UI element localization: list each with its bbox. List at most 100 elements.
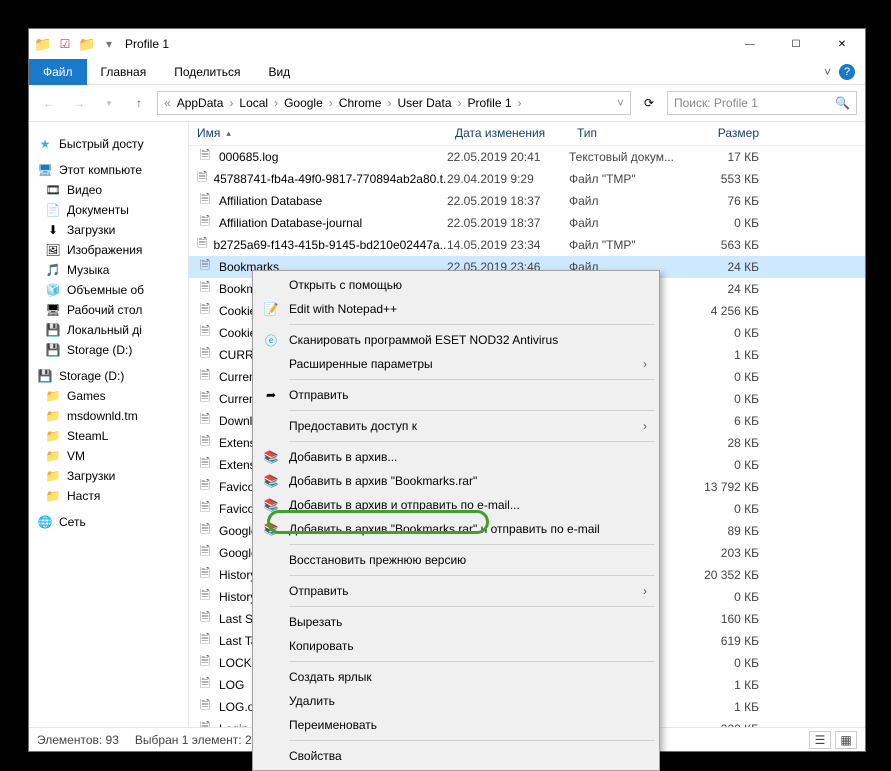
- col-date[interactable]: Дата изменения: [447, 126, 569, 140]
- ctx-create-shortcut[interactable]: Создать ярлык: [255, 665, 657, 689]
- sidebar-item[interactable]: 📁Загрузки: [29, 466, 188, 486]
- ctx-restore-previous[interactable]: Восстановить прежнюю версию: [255, 548, 657, 572]
- sidebar-label: Документы: [67, 203, 129, 217]
- close-button[interactable]: ✕: [819, 29, 865, 59]
- file-icon: 🗎: [197, 325, 213, 341]
- ctx-share-access[interactable]: Предоставить доступ к›: [255, 414, 657, 438]
- breadcrumb-dropdown-icon[interactable]: ˅: [615, 96, 626, 110]
- breadcrumb-seg[interactable]: Chrome: [335, 96, 386, 110]
- breadcrumb-seg[interactable]: Google: [280, 96, 327, 110]
- col-name[interactable]: Имя: [197, 126, 220, 140]
- nav-back-button[interactable]: ←: [37, 91, 61, 115]
- file-icon: 🗎: [197, 589, 213, 605]
- breadcrumb-seg[interactable]: User Data: [393, 96, 455, 110]
- ctx-edit-notepadpp[interactable]: 📝Edit with Notepad++: [255, 297, 657, 321]
- ctx-eset-scan[interactable]: ⓔСканировать программой ESET NOD32 Antiv…: [255, 328, 657, 352]
- sidebar-item[interactable]: 💾Локальный ді: [29, 320, 188, 340]
- search-icon: 🔍: [835, 96, 850, 110]
- file-row[interactable]: 🗎Affiliation Database-journal22.05.2019 …: [189, 212, 865, 234]
- sidebar-label: Объемные об: [67, 283, 144, 297]
- sidebar-group[interactable]: 🖥Этот компьюте: [29, 160, 188, 180]
- col-size[interactable]: Размер: [687, 126, 777, 140]
- sidebar-item[interactable]: 📁VM: [29, 446, 188, 466]
- nav-recent-button[interactable]: ▾: [97, 91, 121, 115]
- qat-dropdown-icon[interactable]: ▾: [101, 36, 117, 52]
- col-type[interactable]: Тип: [569, 126, 687, 140]
- ctx-send-1[interactable]: ➦Отправить: [255, 383, 657, 407]
- file-row[interactable]: 🗎45788741-fb4a-49f0-9817-770894ab2a80.t.…: [189, 168, 865, 190]
- star-icon: ★: [37, 136, 53, 152]
- file-size: 24 КБ: [687, 282, 777, 296]
- breadcrumb[interactable]: « AppData› Local› Google› Chrome› User D…: [157, 91, 631, 115]
- sidebar-item[interactable]: 📁Games: [29, 386, 188, 406]
- sidebar-item[interactable]: 📄 Документы: [29, 200, 188, 220]
- file-icon: 🗎: [197, 149, 213, 165]
- sidebar-item[interactable]: 💾Storage (D:): [29, 340, 188, 360]
- file-icon: 🗎: [197, 413, 213, 429]
- sidebar-item[interactable]: 🎵Музыка: [29, 260, 188, 280]
- sidebar-item[interactable]: 🎞Видео: [29, 180, 188, 200]
- sidebar-item[interactable]: 🖼Изображения: [29, 240, 188, 260]
- qat-newfolder-icon[interactable]: 📁: [79, 36, 95, 52]
- sidebar-item-icon: 📄: [45, 202, 61, 218]
- file-name: LOG: [219, 678, 244, 692]
- ribbon-tabs: Файл Главная Поделиться Вид ˅ ?: [29, 59, 865, 85]
- ctx-open-with[interactable]: Открыть с помощью: [255, 273, 657, 297]
- ctx-cut[interactable]: Вырезать: [255, 610, 657, 634]
- breadcrumb-seg[interactable]: Local: [235, 96, 272, 110]
- sidebar-label: Games: [67, 389, 106, 403]
- breadcrumb-seg[interactable]: Profile 1: [464, 96, 516, 110]
- tab-share[interactable]: Поделиться: [160, 59, 254, 85]
- file-type: Текстовый докум...: [569, 150, 687, 164]
- ctx-copy[interactable]: Копировать: [255, 634, 657, 658]
- sidebar-item[interactable]: 📁msdownld.tm: [29, 406, 188, 426]
- column-headers[interactable]: Имя▴ Дата изменения Тип Размер: [189, 122, 865, 146]
- ctx-rar-add[interactable]: 📚Добавить в архив...: [255, 445, 657, 469]
- ctx-rar-named-email[interactable]: 📚Добавить в архив "Bookmarks.rar" и отпр…: [255, 517, 657, 541]
- maximize-button[interactable]: ☐: [773, 29, 819, 59]
- ctx-properties[interactable]: Свойства: [255, 744, 657, 768]
- chevron-left-icon[interactable]: «: [162, 96, 173, 110]
- file-size: 4 256 КБ: [687, 304, 777, 318]
- file-type: Файл: [569, 216, 687, 230]
- file-size: 1 КБ: [687, 348, 777, 362]
- view-details-button[interactable]: ☰: [809, 731, 831, 749]
- winrar-icon: 📚: [261, 447, 281, 467]
- file-row[interactable]: 🗎Affiliation Database22.05.2019 18:37Фай…: [189, 190, 865, 212]
- ctx-delete[interactable]: Удалить: [255, 689, 657, 713]
- sidebar-group[interactable]: ★ Быстрый досту: [29, 134, 188, 154]
- file-row[interactable]: 🗎b2725a69-f143-415b-9145-bd210e02447a...…: [189, 234, 865, 256]
- ctx-eset-advanced[interactable]: Расширенные параметры›: [255, 352, 657, 376]
- search-input[interactable]: Поиск: Profile 1 🔍: [667, 91, 857, 115]
- ctx-rename[interactable]: Переименовать: [255, 713, 657, 737]
- help-icon[interactable]: ?: [839, 64, 855, 80]
- sidebar-item[interactable]: 🖥Рабочий стол: [29, 300, 188, 320]
- sidebar-label: Быстрый досту: [59, 137, 144, 151]
- tab-file[interactable]: Файл: [29, 59, 87, 85]
- ctx-rar-add-named[interactable]: 📚Добавить в архив "Bookmarks.rar": [255, 469, 657, 493]
- file-date: 29.04.2019 9:29: [447, 172, 569, 186]
- file-icon: 🗎: [197, 457, 213, 473]
- ctx-rar-email[interactable]: 📚Добавить в архив и отправить по e-mail.…: [255, 493, 657, 517]
- tab-view[interactable]: Вид: [254, 59, 304, 85]
- file-row[interactable]: 🗎000685.log22.05.2019 20:41Текстовый док…: [189, 146, 865, 168]
- qat-properties-icon[interactable]: ☑: [57, 36, 73, 52]
- sidebar-item[interactable]: 🧊Объемные об: [29, 280, 188, 300]
- minimize-button[interactable]: —: [727, 29, 773, 59]
- view-thumbnails-button[interactable]: ▦: [835, 731, 857, 749]
- breadcrumb-seg[interactable]: AppData: [173, 96, 228, 110]
- sidebar-item[interactable]: 📁Настя: [29, 486, 188, 506]
- nav-up-button[interactable]: ↑: [127, 91, 151, 115]
- nav-forward-button[interactable]: →: [67, 91, 91, 115]
- tab-home[interactable]: Главная: [87, 59, 161, 85]
- titlebar: 📁 ☑ 📁 ▾ Profile 1 — ☐ ✕: [29, 29, 865, 59]
- pc-icon: 🖥: [37, 162, 53, 178]
- sidebar-item[interactable]: 📁SteamL: [29, 426, 188, 446]
- refresh-button[interactable]: ⟳: [637, 91, 661, 115]
- sidebar-item[interactable]: ⬇Загрузки: [29, 220, 188, 240]
- ctx-send-2[interactable]: Отправить›: [255, 579, 657, 603]
- sidebar-group[interactable]: 💾Storage (D:): [29, 366, 188, 386]
- sidebar-group[interactable]: 🌐Сеть: [29, 512, 188, 532]
- ribbon-expand-icon[interactable]: ˅: [824, 65, 831, 79]
- file-size: 0 КБ: [687, 392, 777, 406]
